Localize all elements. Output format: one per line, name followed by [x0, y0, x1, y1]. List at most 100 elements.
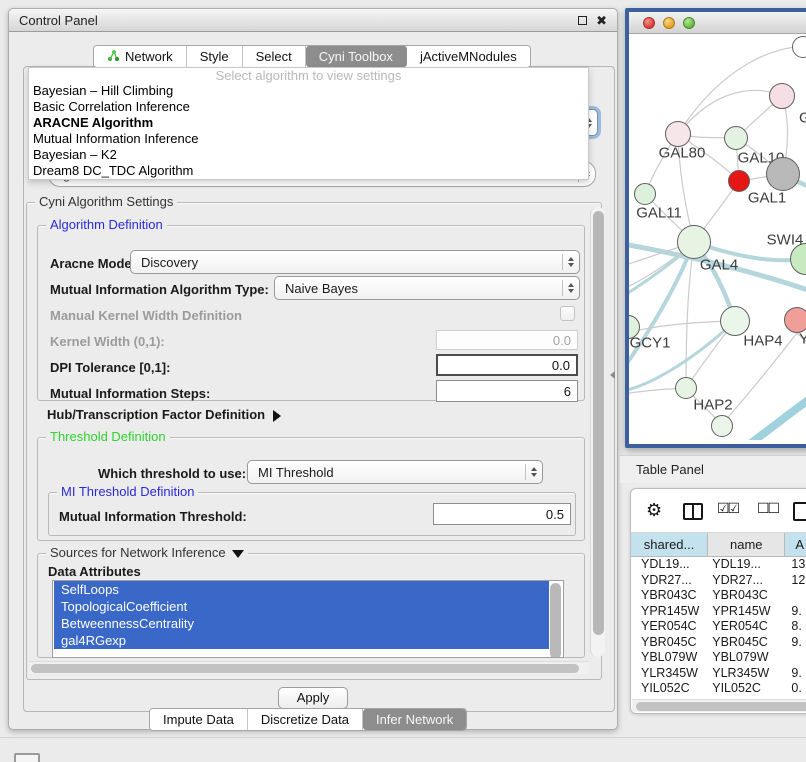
- node-label: GAL: [799, 110, 806, 127]
- threshold-definition-group: Threshold Definition Which threshold to …: [37, 437, 585, 541]
- algorithm-option-selected[interactable]: ARACNE Algorithm: [29, 115, 588, 131]
- algorithm-option[interactable]: Dream8 DC_TDC Algorithm: [29, 163, 588, 179]
- algorithm-option[interactable]: Bayesian – K2: [29, 147, 588, 163]
- table-row[interactable]: YLR345WYLR345W9.: [631, 666, 806, 682]
- network-view-window[interactable]: GALGAL80GAL10GAL1GAL11SWI4GAL4GCY1HAP4YH…: [625, 8, 806, 448]
- aracne-mode-label: Aracne Mode:: [50, 256, 136, 271]
- data-attributes-list[interactable]: SelfLoopsTopologicalCoefficientBetweenne…: [52, 580, 564, 658]
- collapsed-panel-icon[interactable]: [14, 753, 40, 762]
- hub-tf-disclosure[interactable]: Hub/Transcription Factor Definition: [47, 407, 281, 422]
- table-row[interactable]: YPR145WYPR145W9.: [631, 604, 806, 620]
- network-node[interactable]: [711, 415, 733, 437]
- tab-jactivemnodules[interactable]: jActiveMNodules: [407, 46, 530, 67]
- node-label: GAL80: [659, 145, 706, 162]
- sources-group-title[interactable]: Sources for Network Inference: [46, 546, 248, 560]
- deselect-all-checkboxes-icon[interactable]: ☐☐: [757, 501, 778, 517]
- table-cell: YBR043C: [631, 588, 708, 604]
- network-node[interactable]: [728, 170, 750, 192]
- attribute-item[interactable]: SelfLoops: [54, 581, 549, 598]
- network-node[interactable]: [677, 225, 711, 259]
- settings-vertical-scrollbar[interactable]: [590, 207, 605, 657]
- kernel-width-field[interactable]: [436, 330, 578, 350]
- tab-infer-network[interactable]: Infer Network: [363, 709, 466, 730]
- tab-label: Discretize Data: [261, 712, 349, 727]
- manual-kernel-label: Manual Kernel Width Definition: [50, 308, 242, 323]
- network-node[interactable]: [784, 307, 806, 333]
- gear-icon[interactable]: ⚙: [646, 501, 662, 519]
- attribute-item[interactable]: BetweennessCentrality: [54, 615, 549, 632]
- table-row[interactable]: YDR27...YDR27...12: [631, 573, 806, 589]
- close-traffic-light-icon[interactable]: [643, 17, 655, 29]
- mi-type-label: Mutual Information Algorithm Type:: [50, 282, 269, 297]
- which-threshold-label: Which threshold to use:: [98, 466, 246, 481]
- table-cell: 12: [785, 573, 806, 589]
- tab-impute-data[interactable]: Impute Data: [150, 709, 248, 730]
- algorithm-dropdown-popup: Select algorithm to view settings Bayesi…: [28, 67, 589, 180]
- network-node[interactable]: [769, 83, 795, 109]
- algorithm-option[interactable]: Bayesian – Hill Climbing: [29, 83, 588, 99]
- network-window-titlebar[interactable]: [629, 12, 806, 34]
- tab-cyni-toolbox[interactable]: Cyni Toolbox: [306, 46, 407, 67]
- tab-network[interactable]: Network: [94, 46, 187, 67]
- column-header-third[interactable]: A: [785, 533, 806, 556]
- apply-button[interactable]: Apply: [278, 687, 348, 709]
- settings-horizontal-scrollbar[interactable]: [29, 661, 589, 674]
- attribute-item[interactable]: gal4RGexp: [54, 632, 549, 649]
- table-cell: 8.: [785, 619, 806, 635]
- network-node[interactable]: [634, 183, 656, 205]
- table-document-icon[interactable]: [793, 502, 806, 521]
- table-horizontal-scrollbar[interactable]: [632, 699, 806, 712]
- column-header-name[interactable]: name: [708, 533, 785, 556]
- table-cell: 9.: [785, 604, 806, 620]
- minimize-traffic-light-icon[interactable]: [663, 17, 675, 29]
- attributes-list-scrollbar[interactable]: [550, 583, 561, 655]
- algorithm-option[interactable]: Mutual Information Inference: [29, 131, 588, 147]
- which-threshold-value: MI Threshold: [258, 465, 334, 480]
- mi-steps-label: Mutual Information Steps:: [50, 386, 210, 401]
- network-icon: [107, 49, 120, 65]
- network-node[interactable]: [720, 306, 750, 336]
- manual-kernel-checkbox[interactable]: [560, 306, 575, 321]
- table-cell: YPR145W: [708, 604, 785, 620]
- table-row[interactable]: YBR043CYBR043C: [631, 588, 806, 604]
- table-cell: [785, 588, 806, 604]
- tab-select[interactable]: Select: [243, 46, 306, 67]
- zoom-traffic-light-icon[interactable]: [683, 17, 695, 29]
- mi-type-combobox[interactable]: Naive Bayes: [274, 276, 580, 300]
- node-label: HAP4: [743, 333, 782, 350]
- panel-splitter-handle[interactable]: [610, 371, 615, 379]
- column-header-shared-name[interactable]: shared...: [631, 533, 708, 556]
- mi-threshold-field[interactable]: [433, 503, 571, 525]
- table-cell: YBR043C: [708, 588, 785, 604]
- table-cell: [785, 650, 806, 666]
- tab-discretize-data[interactable]: Discretize Data: [248, 709, 363, 730]
- tab-label: jActiveMNodules: [420, 49, 517, 64]
- aracne-mode-combobox[interactable]: Discovery: [130, 250, 580, 274]
- table-row[interactable]: YDL19...YDL19...13: [631, 557, 806, 573]
- dpi-tolerance-field[interactable]: [436, 354, 578, 376]
- network-node[interactable]: [766, 157, 800, 191]
- float-window-icon[interactable]: [578, 16, 587, 25]
- table-cell: 9.: [785, 666, 806, 682]
- table-row[interactable]: YBR045CYBR045C9.: [631, 635, 806, 651]
- table-row[interactable]: YER054CYER054C8.: [631, 619, 806, 635]
- attribute-item[interactable]: TopologicalCoefficient: [54, 598, 549, 615]
- table-row[interactable]: YIL052CYIL052C0.: [631, 681, 806, 697]
- mi-steps-field[interactable]: [436, 380, 578, 402]
- control-panel-titlebar[interactable]: Control Panel ✖: [9, 9, 617, 32]
- aracne-mode-value: Discovery: [141, 255, 198, 270]
- tab-style[interactable]: Style: [187, 46, 243, 67]
- table-panel-title: Table Panel: [636, 462, 704, 477]
- network-canvas[interactable]: GALGAL80GAL10GAL1GAL11SWI4GAL4GCY1HAP4YH…: [629, 34, 806, 440]
- network-node[interactable]: [665, 121, 691, 147]
- select-all-checkboxes-icon[interactable]: ☑☑: [717, 501, 738, 517]
- algorithm-option[interactable]: Basic Correlation Inference: [29, 99, 588, 115]
- algorithm-definition-title: Algorithm Definition: [46, 218, 167, 232]
- algorithm-definition-group: Algorithm Definition Aracne Mode: Discov…: [37, 225, 585, 401]
- split-columns-icon[interactable]: [683, 503, 703, 520]
- network-node[interactable]: [724, 126, 748, 150]
- table-row[interactable]: YBL079WYBL079W: [631, 650, 806, 666]
- table-cell: YLR345W: [708, 666, 785, 682]
- which-threshold-combobox[interactable]: MI Threshold: [247, 460, 543, 484]
- close-icon[interactable]: ✖: [596, 14, 607, 27]
